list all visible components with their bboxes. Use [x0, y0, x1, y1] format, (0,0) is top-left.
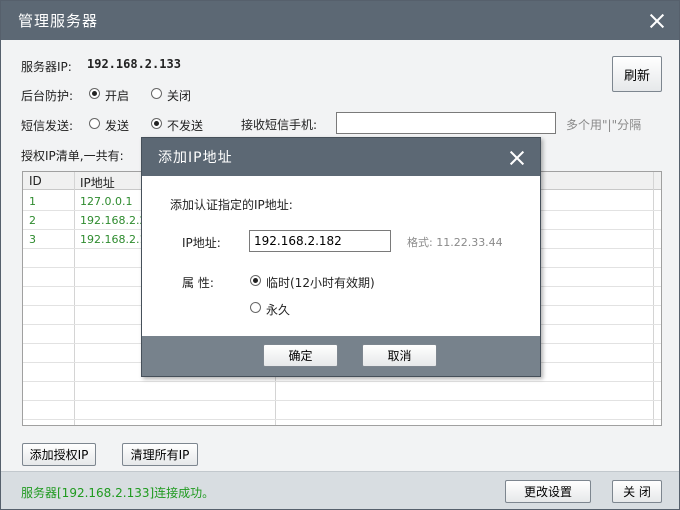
protection-label: 后台防护:: [21, 89, 74, 103]
window-close-icon[interactable]: [648, 12, 666, 30]
sms-label: 短信发送:: [21, 119, 74, 133]
window-title: 管理服务器: [18, 12, 99, 30]
dialog-titlebar: 添加IP地址: [142, 138, 540, 176]
protection-off-radio[interactable]: [151, 88, 162, 99]
protection-on-radio[interactable]: [89, 88, 100, 99]
protection-off-label[interactable]: 关闭: [167, 87, 191, 104]
whitelist-label: 授权IP清单,一共有:: [21, 149, 124, 163]
status-bar: 服务器[192.168.2.133]连接成功。 更改设置 关 闭: [1, 471, 679, 509]
attr-temporary-label[interactable]: 临时(12小时有效期): [266, 274, 375, 291]
window-titlebar: 管理服务器: [1, 1, 679, 40]
sms-phone-label: 接收短信手机:: [241, 118, 318, 132]
dialog-attr-label: 属 性:: [182, 276, 214, 290]
dialog-ip-label: IP地址:: [182, 236, 221, 250]
sms-send-label[interactable]: 发送: [105, 117, 129, 134]
dialog-ok-button[interactable]: 确定: [263, 344, 338, 367]
attr-permanent-radio[interactable]: [250, 302, 261, 313]
sms-phone-input[interactable]: [336, 112, 556, 134]
status-message: 服务器[192.168.2.133]连接成功。: [21, 486, 215, 500]
dialog-footer: 确定 取消: [142, 336, 540, 376]
dialog-prompt: 添加认证指定的IP地址:: [170, 198, 293, 212]
dialog-title: 添加IP地址: [158, 150, 233, 166]
sms-send-radio[interactable]: [89, 118, 100, 129]
table-row-id[interactable]: 2: [29, 214, 36, 227]
dialog-close-icon[interactable]: [508, 149, 526, 167]
clear-ip-button[interactable]: 清理所有IP: [122, 443, 198, 466]
column-header-id[interactable]: ID: [29, 174, 42, 188]
sms-nosend-radio[interactable]: [151, 118, 162, 129]
close-button[interactable]: 关 闭: [612, 480, 662, 503]
add-ip-button[interactable]: 添加授权IP: [22, 443, 96, 466]
add-ip-dialog: 添加IP地址 添加认证指定的IP地址: IP地址: 格式: 11.22.33.4…: [141, 137, 541, 377]
manage-server-window: 管理服务器 服务器IP: 192.168.2.133 刷新 后台防护: 开启 关…: [0, 0, 680, 510]
sms-nosend-label[interactable]: 不发送: [167, 117, 203, 134]
sms-phone-hint: 多个用"|"分隔: [566, 118, 642, 132]
server-ip-value: 192.168.2.133: [87, 57, 181, 71]
table-row-ip[interactable]: 192.168.2.2: [80, 214, 146, 227]
server-ip-label: 服务器IP:: [21, 60, 72, 74]
dialog-format-hint: 格式: 11.22.33.44: [407, 236, 503, 249]
table-row-id[interactable]: 3: [29, 233, 36, 246]
protection-on-label[interactable]: 开启: [105, 87, 129, 104]
dialog-cancel-button[interactable]: 取消: [362, 344, 437, 367]
table-row-ip[interactable]: 127.0.0.1: [80, 195, 132, 208]
refresh-button[interactable]: 刷新: [612, 56, 662, 92]
dialog-ip-input[interactable]: [249, 230, 391, 252]
table-row-id[interactable]: 1: [29, 195, 36, 208]
attr-temporary-radio[interactable]: [250, 275, 261, 286]
attr-permanent-label[interactable]: 永久: [266, 301, 290, 318]
apply-settings-button[interactable]: 更改设置: [505, 480, 591, 503]
column-header-ip[interactable]: IP地址: [80, 174, 115, 191]
